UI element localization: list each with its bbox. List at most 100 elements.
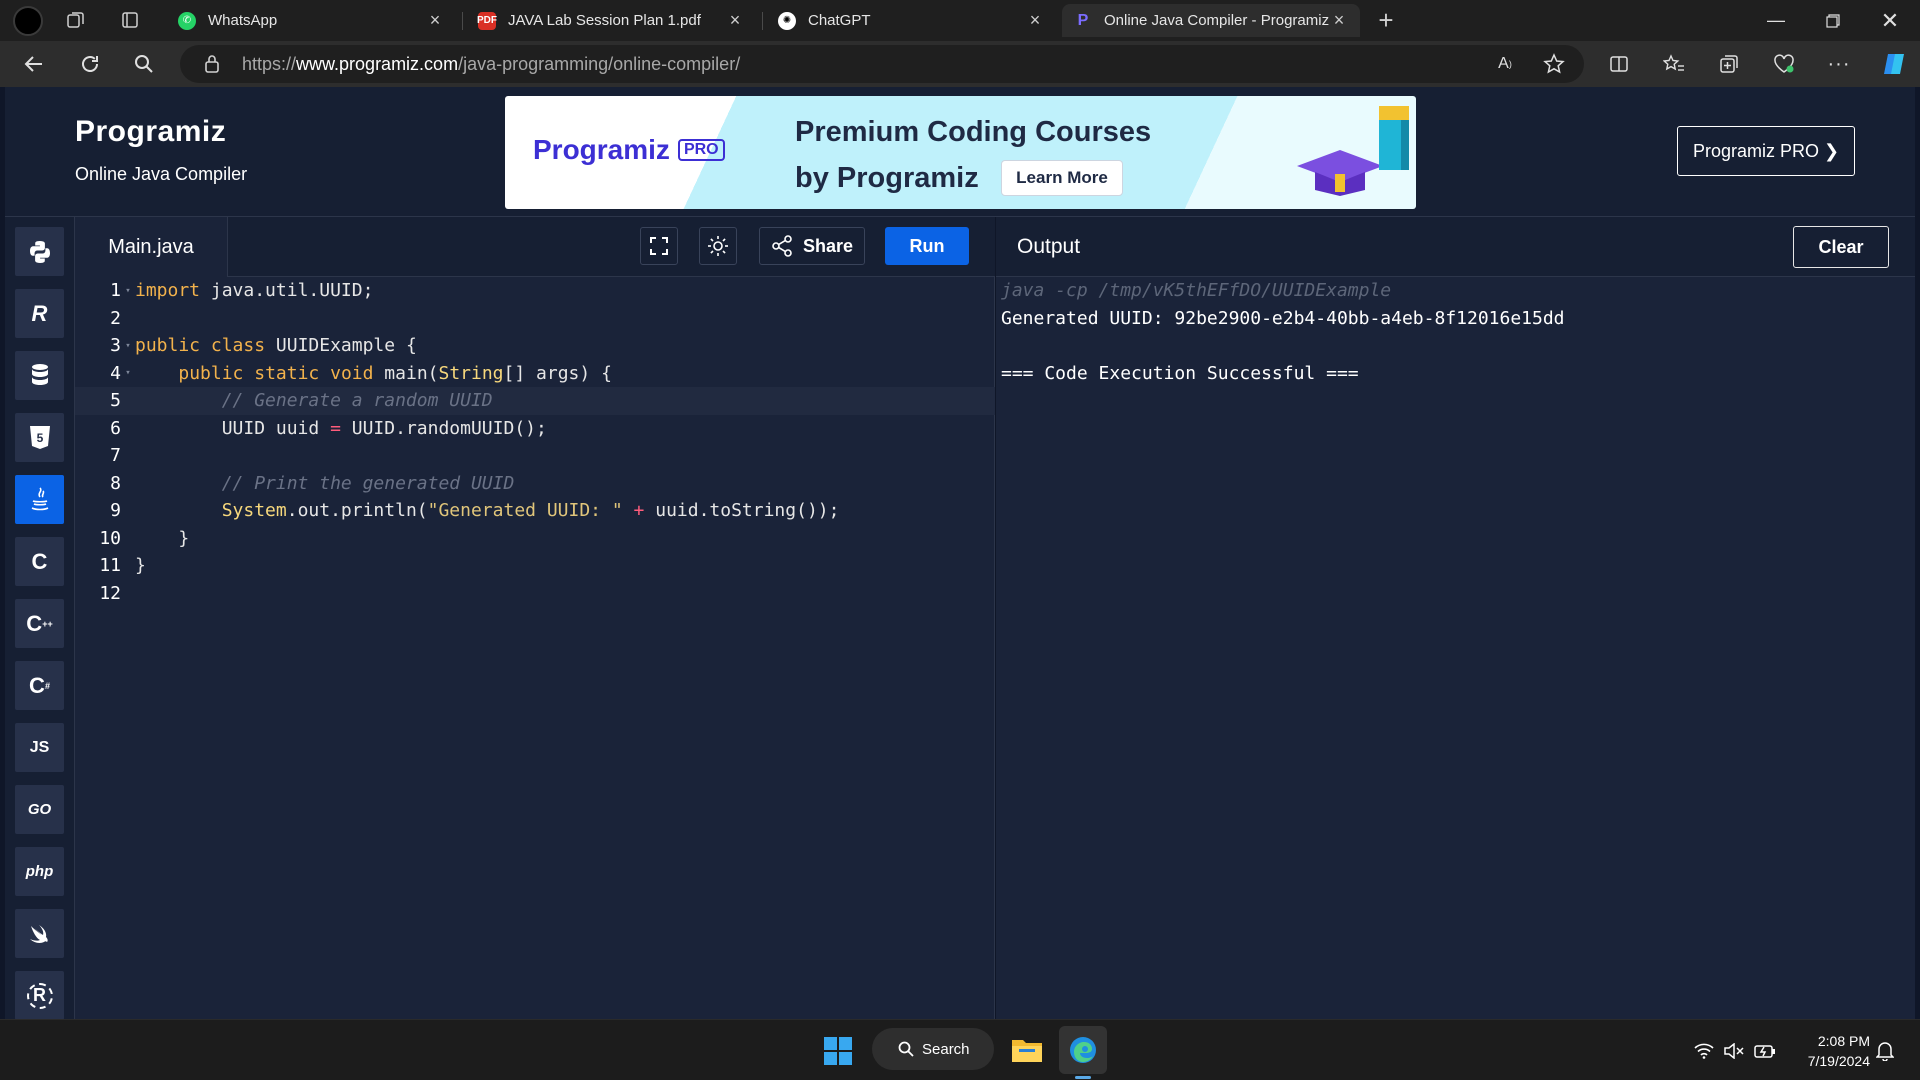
code-line[interactable]: 6 UUID uuid = UUID.randomUUID(); bbox=[75, 415, 995, 443]
wifi-icon[interactable] bbox=[1694, 1020, 1714, 1080]
code-line[interactable]: 7 bbox=[75, 442, 995, 470]
code-line[interactable]: 2 bbox=[75, 305, 995, 333]
theme-toggle-button[interactable] bbox=[699, 227, 737, 265]
code-line[interactable]: 10 } bbox=[75, 525, 995, 553]
programiz-logo[interactable]: Programiz bbox=[75, 115, 226, 149]
tab-title: WhatsApp bbox=[208, 12, 278, 29]
minimize-icon[interactable]: — bbox=[1748, 0, 1804, 41]
tab-actions-icon[interactable] bbox=[110, 0, 150, 40]
windows-start-icon[interactable] bbox=[824, 1037, 852, 1065]
split-screen-icon[interactable] bbox=[1601, 46, 1637, 82]
whatsapp-icon: ✆ bbox=[178, 11, 196, 30]
window-close-icon[interactable]: ✕ bbox=[1862, 0, 1918, 41]
workspaces-icon[interactable] bbox=[56, 0, 96, 40]
back-icon[interactable] bbox=[16, 46, 52, 82]
tab-chatgpt[interactable]: ✺ ChatGPT × bbox=[766, 4, 1056, 37]
output-toolbar: Output Clear bbox=[996, 217, 1915, 277]
close-icon[interactable]: × bbox=[726, 10, 744, 31]
search-icon[interactable] bbox=[126, 46, 162, 82]
sidebar-item-r[interactable]: R bbox=[15, 289, 64, 338]
output-command: java -cp /tmp/vK5thEFfDO/UUIDExample bbox=[1001, 280, 1392, 302]
code-area[interactable]: 1 ▾ import java.util.UUID; 2 3 ▾ public clas… bbox=[75, 277, 995, 1019]
sidebar-item-php[interactable]: php bbox=[15, 847, 64, 896]
code-line[interactable]: 4 ▾ public static void main(String[] args… bbox=[75, 360, 995, 388]
edge-icon[interactable] bbox=[1059, 1026, 1107, 1074]
site-header: Programiz Online Java Compiler Programiz… bbox=[5, 87, 1915, 217]
browser-tab-bar: ✆ WhatsApp × PDF JAVA Lab Session Plan 1… bbox=[0, 0, 1920, 41]
code-line[interactable]: 9 System.out.println("Generated UUID: " … bbox=[75, 497, 995, 525]
restore-icon[interactable] bbox=[1805, 0, 1861, 41]
code-line[interactable]: 8 // Print the generated UUID bbox=[75, 470, 995, 498]
speaker-muted-icon[interactable] bbox=[1724, 1020, 1744, 1080]
books-icon bbox=[1379, 106, 1409, 170]
ad-headline: Premium Coding Courses bbox=[795, 116, 1152, 148]
page-subtitle: Online Java Compiler bbox=[75, 164, 248, 184]
sidebar-item-java[interactable] bbox=[15, 475, 64, 524]
database-icon bbox=[31, 363, 48, 385]
file-tab-main-java[interactable]: Main.java bbox=[75, 217, 228, 277]
output-title: Output bbox=[1017, 235, 1081, 258]
browser-essentials-icon[interactable] bbox=[1766, 46, 1802, 82]
file-explorer-icon[interactable] bbox=[1003, 1026, 1051, 1074]
taskbar-clock[interactable]: 2:08 PM 7/19/2024 bbox=[1790, 1031, 1870, 1071]
tab-programiz[interactable]: P Online Java Compiler - Programiz × bbox=[1062, 4, 1360, 37]
clear-button[interactable]: Clear bbox=[1793, 226, 1889, 268]
go-icon: GO bbox=[27, 801, 52, 818]
csharp-icon: C bbox=[29, 672, 45, 698]
sidebar-item-sql[interactable] bbox=[15, 351, 64, 400]
sidebar-item-go[interactable]: GO bbox=[15, 785, 64, 834]
sidebar-item-python[interactable] bbox=[15, 227, 64, 276]
active-app-indicator bbox=[1075, 1076, 1091, 1079]
ad-banner[interactable]: Programiz PRO Premium Coding Courses by P… bbox=[505, 96, 1416, 209]
sidebar-item-cpp[interactable]: C ++ bbox=[15, 599, 64, 648]
read-aloud-icon[interactable]: A) bbox=[1487, 46, 1523, 82]
ad-logo: Programiz PRO bbox=[533, 134, 725, 166]
notification-bell-icon[interactable] bbox=[1876, 1020, 1894, 1080]
refresh-icon[interactable] bbox=[72, 46, 108, 82]
favorites-icon[interactable] bbox=[1656, 46, 1692, 82]
code-line[interactable]: 5 // Generate a random UUID bbox=[75, 387, 995, 415]
language-sidebar: R 5 C C ++ C # JS GO php R bbox=[5, 217, 75, 1020]
sidebar-item-csharp[interactable]: C # bbox=[15, 661, 64, 710]
lock-icon[interactable] bbox=[204, 54, 220, 79]
programiz-icon: P bbox=[1077, 11, 1089, 29]
tab-whatsapp[interactable]: ✆ WhatsApp × bbox=[166, 4, 456, 37]
cpp-icon: C bbox=[26, 610, 43, 636]
new-tab-icon[interactable]: + bbox=[1366, 0, 1406, 40]
output-console[interactable]: java -cp /tmp/vK5thEFfDO/UUIDExample Gen… bbox=[1001, 277, 1565, 387]
search-icon bbox=[898, 1041, 914, 1057]
pdf-icon: PDF bbox=[477, 11, 497, 30]
collections-icon[interactable] bbox=[1711, 46, 1747, 82]
code-line[interactable]: 11} bbox=[75, 552, 995, 580]
sidebar-item-html[interactable]: 5 bbox=[15, 413, 64, 462]
taskbar-search[interactable]: Search bbox=[872, 1028, 994, 1070]
programiz-pro-button[interactable]: Programiz PRO ❯ bbox=[1677, 126, 1855, 176]
code-line[interactable]: 12 bbox=[75, 580, 995, 608]
swift-icon bbox=[29, 924, 48, 943]
share-icon bbox=[772, 235, 792, 257]
share-button[interactable]: Share bbox=[759, 227, 865, 265]
profile-avatar[interactable] bbox=[13, 5, 43, 36]
more-icon[interactable]: ··· bbox=[1821, 46, 1857, 82]
close-icon[interactable]: × bbox=[426, 10, 444, 31]
battery-icon[interactable] bbox=[1754, 1020, 1776, 1080]
fullscreen-button[interactable] bbox=[640, 227, 678, 265]
tab-pdf[interactable]: PDF JAVA Lab Session Plan 1.pdf × bbox=[466, 4, 756, 37]
close-icon[interactable]: × bbox=[1330, 10, 1348, 31]
sidebar-item-c[interactable]: C bbox=[15, 537, 64, 586]
sidebar-item-swift[interactable] bbox=[15, 909, 64, 958]
svg-text:5: 5 bbox=[36, 431, 43, 445]
sidebar-item-rust[interactable]: R bbox=[15, 971, 64, 1020]
url-input[interactable]: https://www.programiz.com/java-programmi… bbox=[180, 45, 1584, 83]
code-line[interactable]: 3 ▾ public class UUIDExample { bbox=[75, 332, 995, 360]
favorite-star-icon[interactable] bbox=[1536, 46, 1572, 82]
copilot-icon[interactable] bbox=[1876, 46, 1912, 82]
learn-more-button[interactable]: Learn More bbox=[1001, 160, 1123, 196]
clock-date: 7/19/2024 bbox=[1807, 1053, 1870, 1069]
tab-title: ChatGPT bbox=[808, 12, 871, 29]
code-line[interactable]: 1 ▾ import java.util.UUID; bbox=[75, 277, 995, 305]
address-toolbar: https://www.programiz.com/java-programmi… bbox=[0, 41, 1920, 87]
sidebar-item-js[interactable]: JS bbox=[15, 723, 64, 772]
close-icon[interactable]: × bbox=[1026, 10, 1044, 31]
run-button[interactable]: Run bbox=[885, 227, 969, 265]
